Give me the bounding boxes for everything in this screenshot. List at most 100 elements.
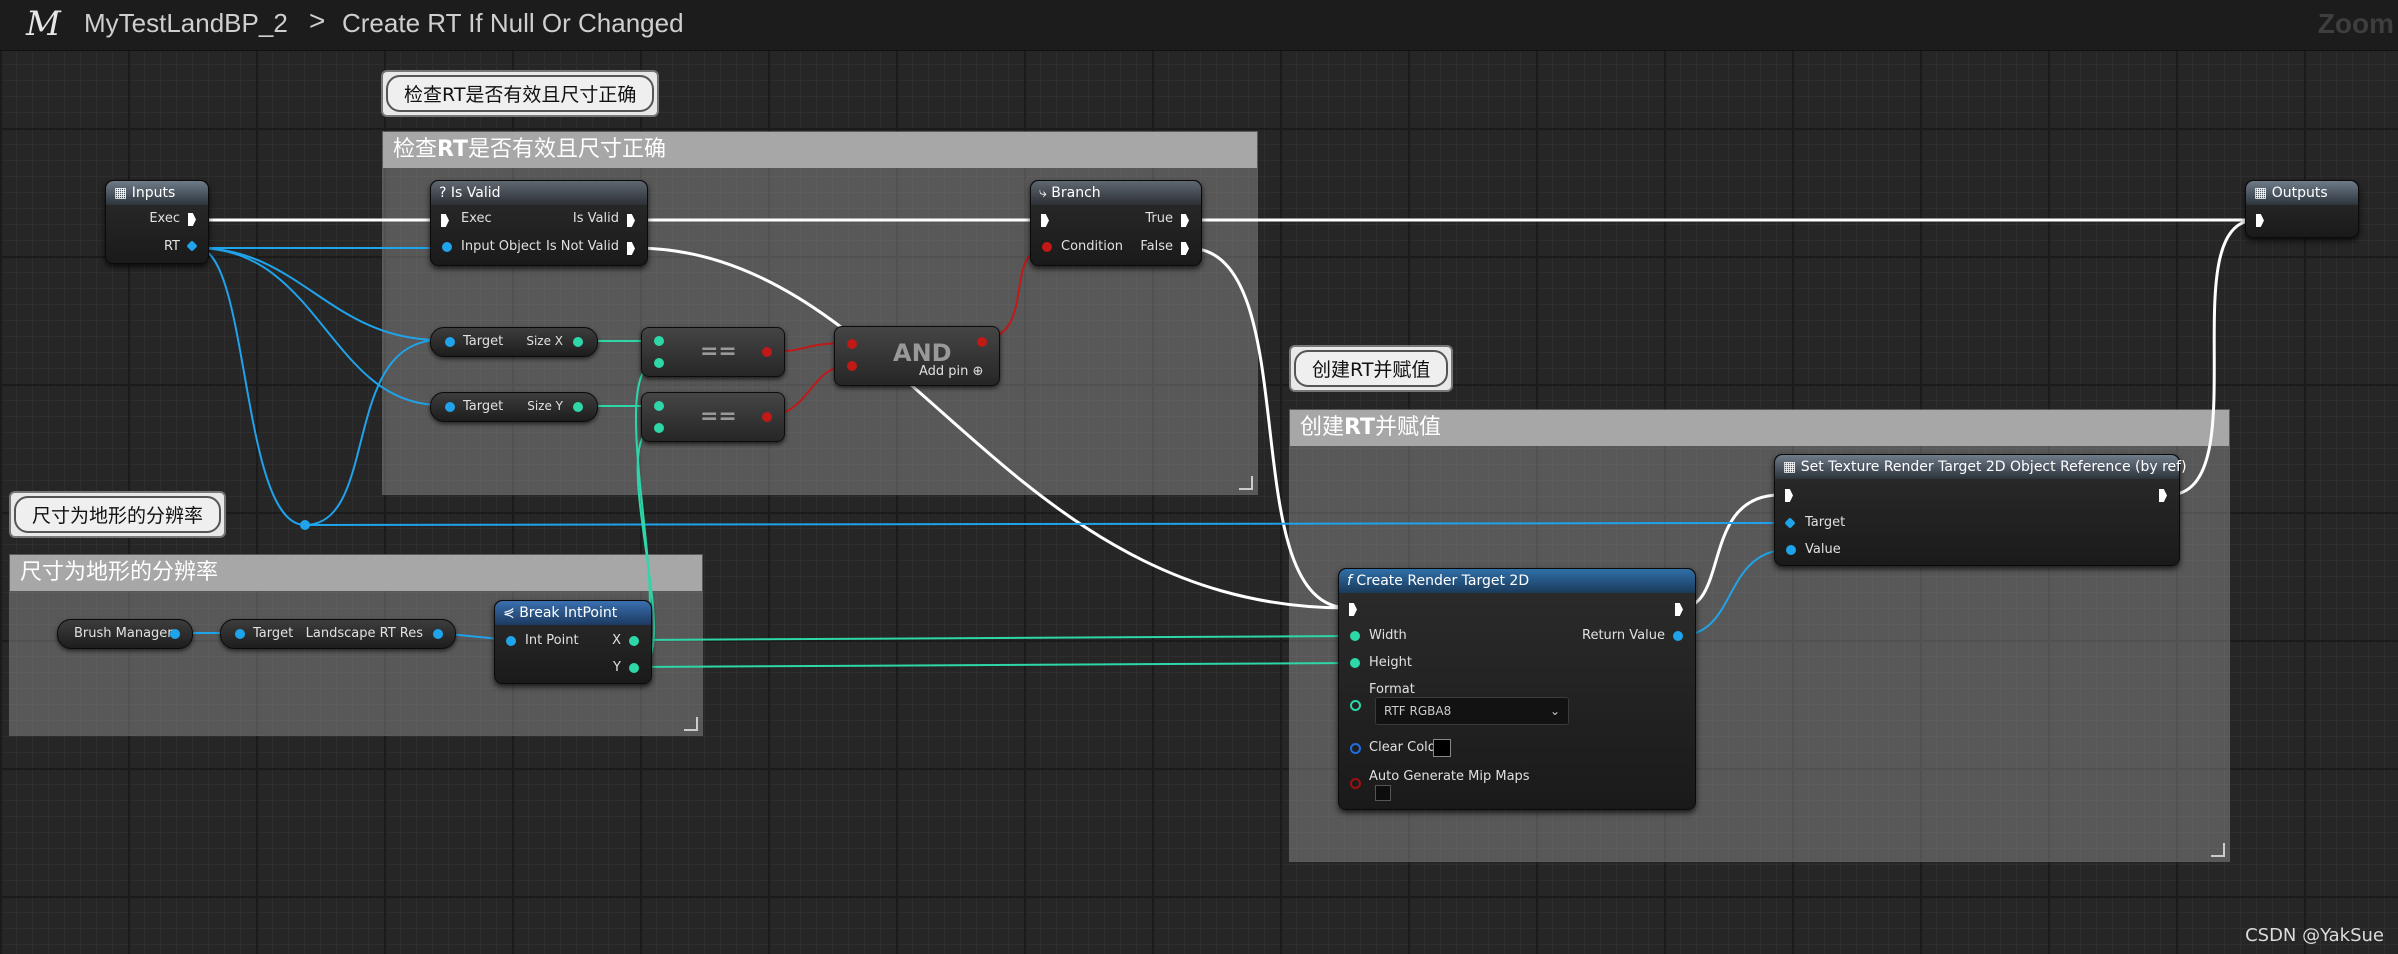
int-point-pin[interactable]: [506, 636, 516, 646]
pin-label-target: Target: [253, 626, 294, 641]
pin-label-target: Target: [463, 399, 504, 414]
branch-node-header: ⤷ Branch: [1031, 181, 1201, 205]
question-icon: ?: [439, 185, 447, 201]
size-x-out-pin[interactable]: [573, 337, 583, 347]
true-exec-pin[interactable]: [1181, 214, 1189, 227]
plus-circle-icon: ⊕: [972, 364, 984, 379]
return-value-pin[interactable]: [1673, 631, 1683, 641]
clear-color-pin[interactable]: [1350, 743, 1361, 754]
pin-label-y: Y: [613, 660, 621, 675]
width-pin[interactable]: [1350, 631, 1360, 641]
reroute-node[interactable]: [300, 520, 310, 530]
pin-label-target: Target: [463, 334, 504, 349]
value-pin[interactable]: [1786, 545, 1796, 555]
format-dropdown[interactable]: RTF RGBA8 ⌄: [1375, 697, 1569, 725]
inputs-node-header: ▦ Inputs: [106, 181, 208, 205]
pin-label-auto-generate-mip-maps: Auto Generate Mip Maps: [1369, 769, 1530, 784]
exec-wire[interactable]: [2167, 218, 2257, 497]
pin-label-clear-color: Clear Color: [1369, 740, 1442, 755]
size-y-out-pin[interactable]: [573, 402, 583, 412]
format-pin[interactable]: [1350, 700, 1361, 711]
auto-mip-pin[interactable]: [1350, 778, 1361, 789]
result-pin[interactable]: [762, 347, 772, 357]
height-pin[interactable]: [1350, 658, 1360, 668]
clear-color-swatch[interactable]: [1433, 739, 1451, 757]
exec-in-pin[interactable]: [2256, 214, 2264, 227]
target-pin[interactable]: [445, 402, 455, 412]
create-render-target-node[interactable]: f Create Render Target 2D Width Return V…: [1338, 568, 1696, 810]
exec-out-pin[interactable]: [2159, 489, 2167, 502]
brush-manager-out-pin[interactable]: [170, 629, 180, 639]
object-wire[interactable]: [304, 339, 441, 526]
pin-label-return-value: Return Value: [1582, 628, 1665, 643]
outputs-node[interactable]: ▦ Outputs: [2245, 180, 2359, 238]
input-object-pin[interactable]: [442, 242, 452, 252]
create-render-target-header: f Create Render Target 2D: [1339, 569, 1695, 593]
operator-label: ==: [700, 404, 737, 429]
is-valid-node[interactable]: ? Is Valid Exec Input Object Is Valid Is…: [430, 180, 648, 266]
y-out-pin[interactable]: [629, 663, 639, 673]
exec-in-pin[interactable]: [1785, 489, 1793, 502]
b-pin[interactable]: [654, 423, 664, 433]
size-x-node[interactable]: Target Size X: [430, 327, 598, 357]
a-pin[interactable]: [654, 401, 664, 411]
exec-out-pin[interactable]: [188, 213, 196, 226]
false-exec-pin[interactable]: [1181, 242, 1189, 255]
add-pin-button[interactable]: Add pin ⊕: [919, 364, 983, 379]
exec-in-pin[interactable]: [1349, 603, 1357, 616]
landscape-rt-res-node[interactable]: Target Landscape RT Res: [220, 619, 456, 649]
int-wire[interactable]: [635, 635, 1356, 641]
pin-label-height: Height: [1369, 655, 1412, 670]
break-intpoint-node[interactable]: ⋞ Break IntPoint Int Point X Y: [494, 600, 652, 684]
exec-in-pin[interactable]: [1041, 214, 1049, 227]
b-pin[interactable]: [654, 358, 664, 368]
exec-in-pin[interactable]: [441, 214, 449, 227]
pin-label-target: Target: [1805, 515, 1846, 530]
operator-label: AND: [893, 339, 952, 367]
object-wire[interactable]: [196, 247, 1781, 527]
brush-manager-label: Brush Manager: [74, 626, 173, 641]
b-pin[interactable]: [847, 361, 857, 371]
pin-label-is-valid: Is Valid: [572, 211, 619, 226]
size-y-node[interactable]: Target Size Y: [430, 392, 598, 422]
exec-wire[interactable]: [1187, 246, 1351, 610]
a-pin[interactable]: [847, 339, 857, 349]
and-node[interactable]: AND Add pin ⊕: [834, 326, 1000, 386]
pin-label-x: X: [612, 633, 621, 648]
break-intpoint-header: ⋞ Break IntPoint: [495, 601, 651, 625]
is-not-valid-exec-pin[interactable]: [627, 242, 635, 255]
pin-label-is-not-valid: Is Not Valid: [546, 239, 619, 254]
landscape-rt-res-out-pin[interactable]: [433, 629, 443, 639]
branch-node[interactable]: ⤷ Branch Condition True False: [1030, 180, 1202, 266]
rt-out-pin[interactable]: [186, 240, 198, 252]
is-valid-exec-pin[interactable]: [627, 214, 635, 227]
object-wire[interactable]: [196, 247, 441, 406]
condition-pin[interactable]: [1042, 242, 1052, 252]
result-pin[interactable]: [977, 337, 987, 347]
exec-out-pin[interactable]: [1675, 603, 1683, 616]
brush-manager-node[interactable]: Brush Manager: [57, 619, 193, 649]
target-pin[interactable]: [1784, 517, 1796, 529]
pin-label-size-y: Size Y: [527, 399, 563, 413]
set-texture-header: ▦ Set Texture Render Target 2D Object Re…: [1775, 455, 2187, 479]
set-texture-render-target-node[interactable]: ▦ Set Texture Render Target 2D Object Re…: [1774, 454, 2187, 566]
pin-label-true: True: [1145, 211, 1173, 226]
inputs-node[interactable]: ▦ Inputs Exec RT: [105, 180, 209, 264]
int-wire[interactable]: [635, 662, 1356, 668]
pin-label-false: False: [1140, 239, 1173, 254]
pin-label-rt: RT: [163, 239, 180, 254]
result-pin[interactable]: [762, 412, 772, 422]
equal-node-x[interactable]: ==: [641, 327, 785, 377]
function-icon: f: [1347, 573, 1352, 589]
target-pin[interactable]: [235, 629, 245, 639]
a-pin[interactable]: [654, 336, 664, 346]
split-icon: ⋞: [503, 605, 515, 621]
object-wire[interactable]: [196, 247, 441, 341]
auto-mip-checkbox[interactable]: [1375, 785, 1391, 801]
target-pin[interactable]: [445, 337, 455, 347]
pin-label-format: Format: [1369, 682, 1415, 697]
pin-label-width: Width: [1369, 628, 1407, 643]
is-valid-node-header: ? Is Valid: [431, 181, 647, 205]
equal-node-y[interactable]: ==: [641, 392, 785, 442]
x-out-pin[interactable]: [629, 636, 639, 646]
